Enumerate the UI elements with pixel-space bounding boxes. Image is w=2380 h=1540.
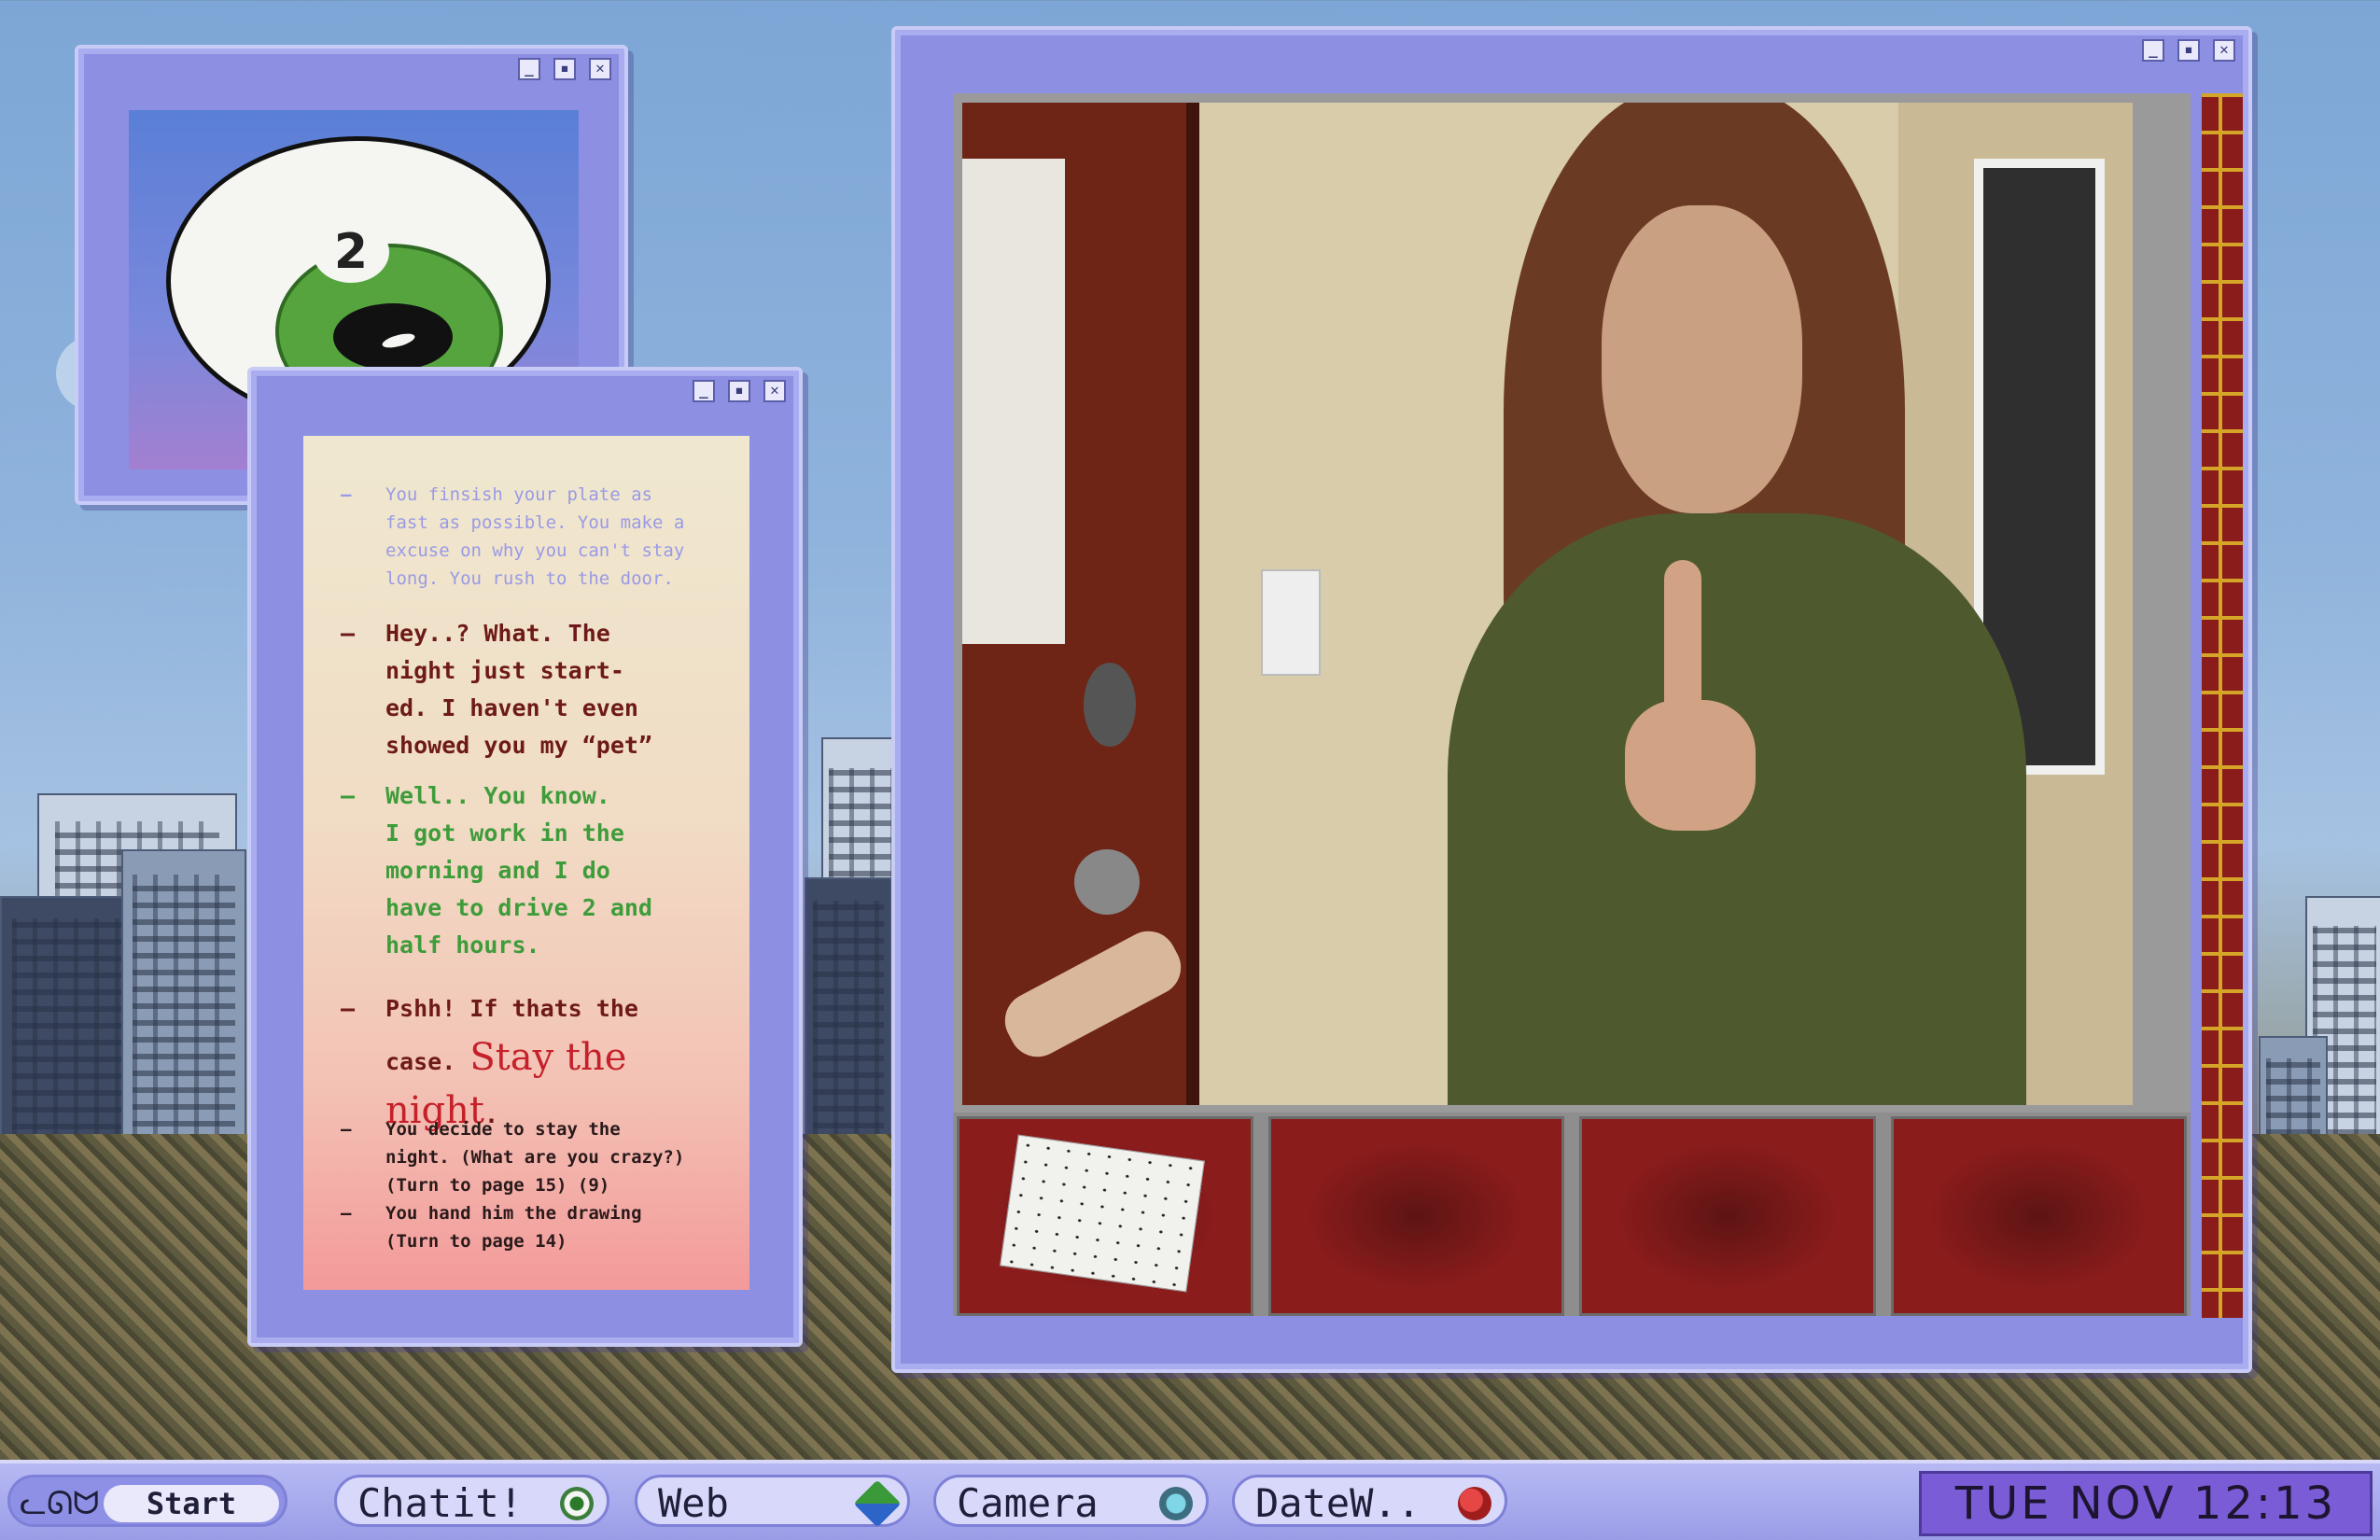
datew-label: DateW.. <box>1255 1480 1421 1526</box>
eye-icon <box>560 1487 594 1520</box>
player-dialogue-text: Well.. You know. I got work in the morni… <box>385 782 652 959</box>
choice-option-drawing[interactable]: — You hand him the drawing (Turn to page… <box>341 1199 727 1255</box>
minimize-button[interactable]: _ <box>2142 39 2164 62</box>
narration-text: You finsish your plate as fast as possib… <box>385 484 685 589</box>
choice-text[interactable]: You hand him the drawing (Turn to page 1… <box>385 1199 727 1255</box>
start-button[interactable]: ᓚᘏᗢ Start <box>7 1475 287 1527</box>
drawing-item-icon[interactable] <box>1000 1134 1205 1293</box>
dialogue-text: Hey..? What. The night just start- ed. I… <box>385 620 652 759</box>
pupil-glint <box>381 330 416 351</box>
close-button[interactable]: ✕ <box>763 380 786 402</box>
entry-dash: — <box>341 1203 352 1224</box>
decorative-border-strip <box>2202 93 2243 1318</box>
choice-option-stay[interactable]: — You decide to stay the night. (What ar… <box>341 1115 727 1199</box>
character <box>1448 103 2045 1105</box>
story-window: _ ▪ ✕ — You finsish your plate as fast a… <box>247 367 803 1347</box>
door-lock <box>1084 663 1136 747</box>
entry-dash: — <box>341 995 356 1022</box>
pupil <box>333 303 453 371</box>
maximize-button[interactable]: ▪ <box>553 58 576 80</box>
globe-icon <box>853 1479 902 1528</box>
inventory-slot[interactable] <box>1267 1116 1564 1316</box>
cat-icon: ᓚᘏᗢ <box>20 1485 100 1522</box>
window-controls: _ ▪ ✕ <box>518 58 611 80</box>
eye-number-badge: 2 <box>313 221 389 283</box>
entry-dash: — <box>341 484 352 505</box>
maximize-button[interactable]: ▪ <box>2177 39 2200 62</box>
inventory-bar <box>953 1113 2191 1316</box>
door-paper <box>962 159 1065 644</box>
narration-entry: — You finsish your plate as fast as poss… <box>341 481 727 593</box>
datew-taskbar-button[interactable]: DateW.. <box>1232 1475 1507 1527</box>
choice-text[interactable]: You decide to stay the night. (What are … <box>385 1115 727 1199</box>
start-label: Start <box>104 1485 279 1522</box>
inventory-slot[interactable] <box>957 1116 1253 1316</box>
close-button[interactable]: ✕ <box>2213 39 2235 62</box>
window-controls: _ ▪ ✕ <box>693 380 786 402</box>
story-text-panel: — You finsish your plate as fast as poss… <box>303 436 749 1290</box>
scene-frame <box>953 93 2191 1316</box>
minimize-button[interactable]: _ <box>693 380 715 402</box>
light-switch <box>1261 569 1321 676</box>
inventory-slot[interactable] <box>1890 1116 2187 1316</box>
inventory-slot[interactable] <box>1579 1116 1876 1316</box>
entry-dash: — <box>341 1119 352 1140</box>
clock: TUE NOV 12:13 <box>1919 1471 2373 1536</box>
maximize-button[interactable]: ▪ <box>728 380 750 402</box>
player-dialogue-entry: — Well.. You know. I got work in the mor… <box>341 777 727 964</box>
chatit-label: Chatit! <box>357 1480 524 1526</box>
heart-icon <box>1458 1487 1491 1520</box>
minimize-button[interactable]: _ <box>518 58 540 80</box>
photo-window: _ ▪ ✕ <box>891 26 2252 1373</box>
entry-dash: — <box>341 782 356 809</box>
camera-label: Camera <box>957 1480 1099 1526</box>
camera-taskbar-button[interactable]: Camera <box>933 1475 1209 1527</box>
taskbar: ᓚᘏᗢ Start Chatit! Web Camera DateW.. TUE… <box>0 1460 2380 1540</box>
door-knob <box>1074 849 1140 915</box>
entry-dash: — <box>341 620 356 647</box>
scene-photo <box>962 103 2133 1105</box>
window-controls: _ ▪ ✕ <box>2142 39 2235 62</box>
web-taskbar-button[interactable]: Web <box>635 1475 910 1528</box>
chatit-taskbar-button[interactable]: Chatit! <box>334 1475 609 1527</box>
dialogue-entry: — Hey..? What. The night just start- ed.… <box>341 615 727 764</box>
character-finger <box>1664 560 1701 737</box>
character-face <box>1602 205 1802 513</box>
web-label: Web <box>658 1480 729 1526</box>
close-button[interactable]: ✕ <box>589 58 611 80</box>
lens-icon <box>1159 1487 1193 1520</box>
